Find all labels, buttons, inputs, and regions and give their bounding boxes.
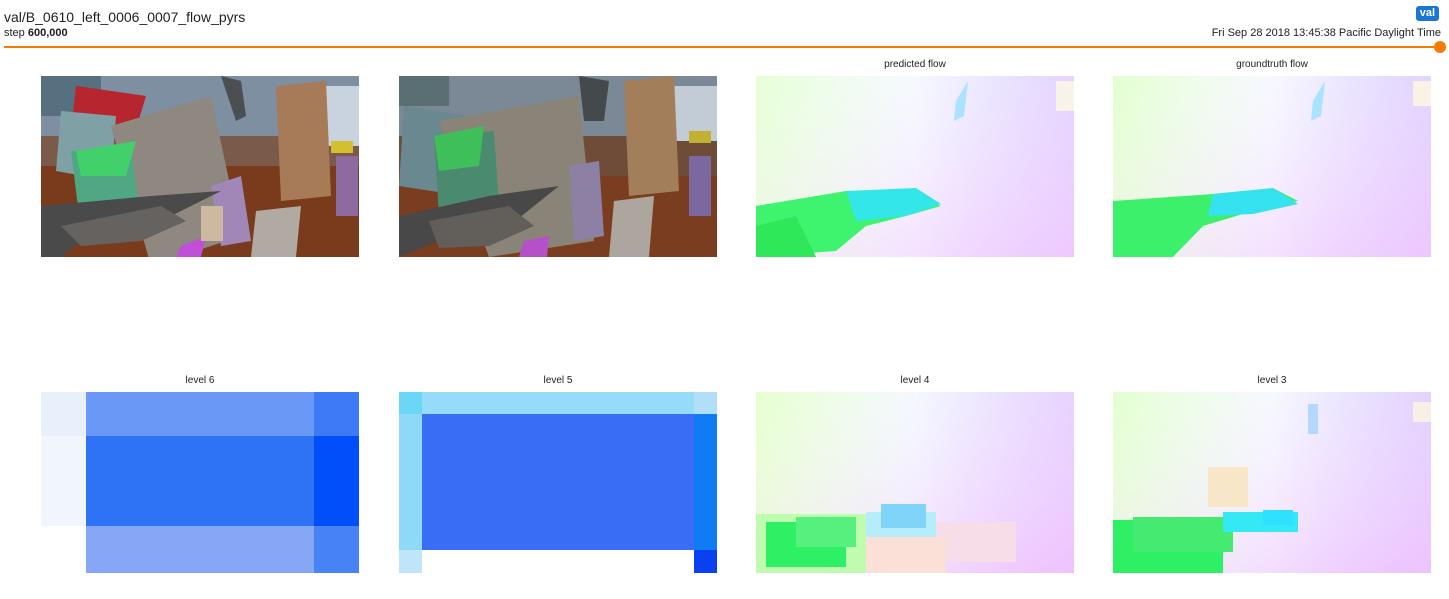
panel-title: level 4: [900, 375, 930, 386]
card-header: val/B_0610_left_0006_0007_flow_pyrs val …: [0, 0, 1449, 53]
panel-title: level 6: [185, 375, 215, 386]
card-title: val/B_0610_left_0006_0007_flow_pyrs: [4, 9, 246, 25]
panel-title: level 3: [1257, 375, 1287, 386]
tag-badge[interactable]: val: [1415, 6, 1439, 21]
level-6-image: [41, 392, 359, 573]
wall-time: Fri Sep 28 2018 13:45:38 Pacific Dayligh…: [1211, 27, 1441, 39]
image-panel-level-6: level 6: [41, 375, 359, 573]
step-slider-track[interactable]: [4, 46, 1440, 48]
step-label: step: [4, 27, 25, 39]
predicted-flow-image: [756, 76, 1074, 257]
level-5-image: [399, 392, 717, 573]
image-panel-input-frame-1: [41, 76, 359, 257]
image-panel-input-frame-2: [399, 76, 717, 257]
image-panel-predicted-flow: predicted flow: [756, 59, 1074, 257]
groundtruth-flow-image: [1113, 76, 1431, 257]
panel-title: predicted flow: [884, 59, 946, 70]
image-panel-groundtruth-flow: groundtruth flow: [1113, 59, 1431, 257]
panel-title: level 5: [543, 375, 573, 386]
panel-title: groundtruth flow: [1236, 59, 1308, 70]
image-panel-level-5: level 5: [399, 375, 717, 573]
level-4-image: [756, 392, 1074, 573]
input-frame-1-image: [41, 76, 359, 257]
image-panel-level-3: level 3: [1113, 375, 1431, 573]
step-value: 600,000: [27, 27, 68, 39]
level-3-image: [1113, 392, 1431, 573]
step-readout: step 600,000: [4, 27, 68, 39]
step-slider-thumb[interactable]: [1434, 41, 1446, 53]
input-frame-2-image: [399, 76, 717, 257]
image-panel-level-4: level 4: [756, 375, 1074, 573]
